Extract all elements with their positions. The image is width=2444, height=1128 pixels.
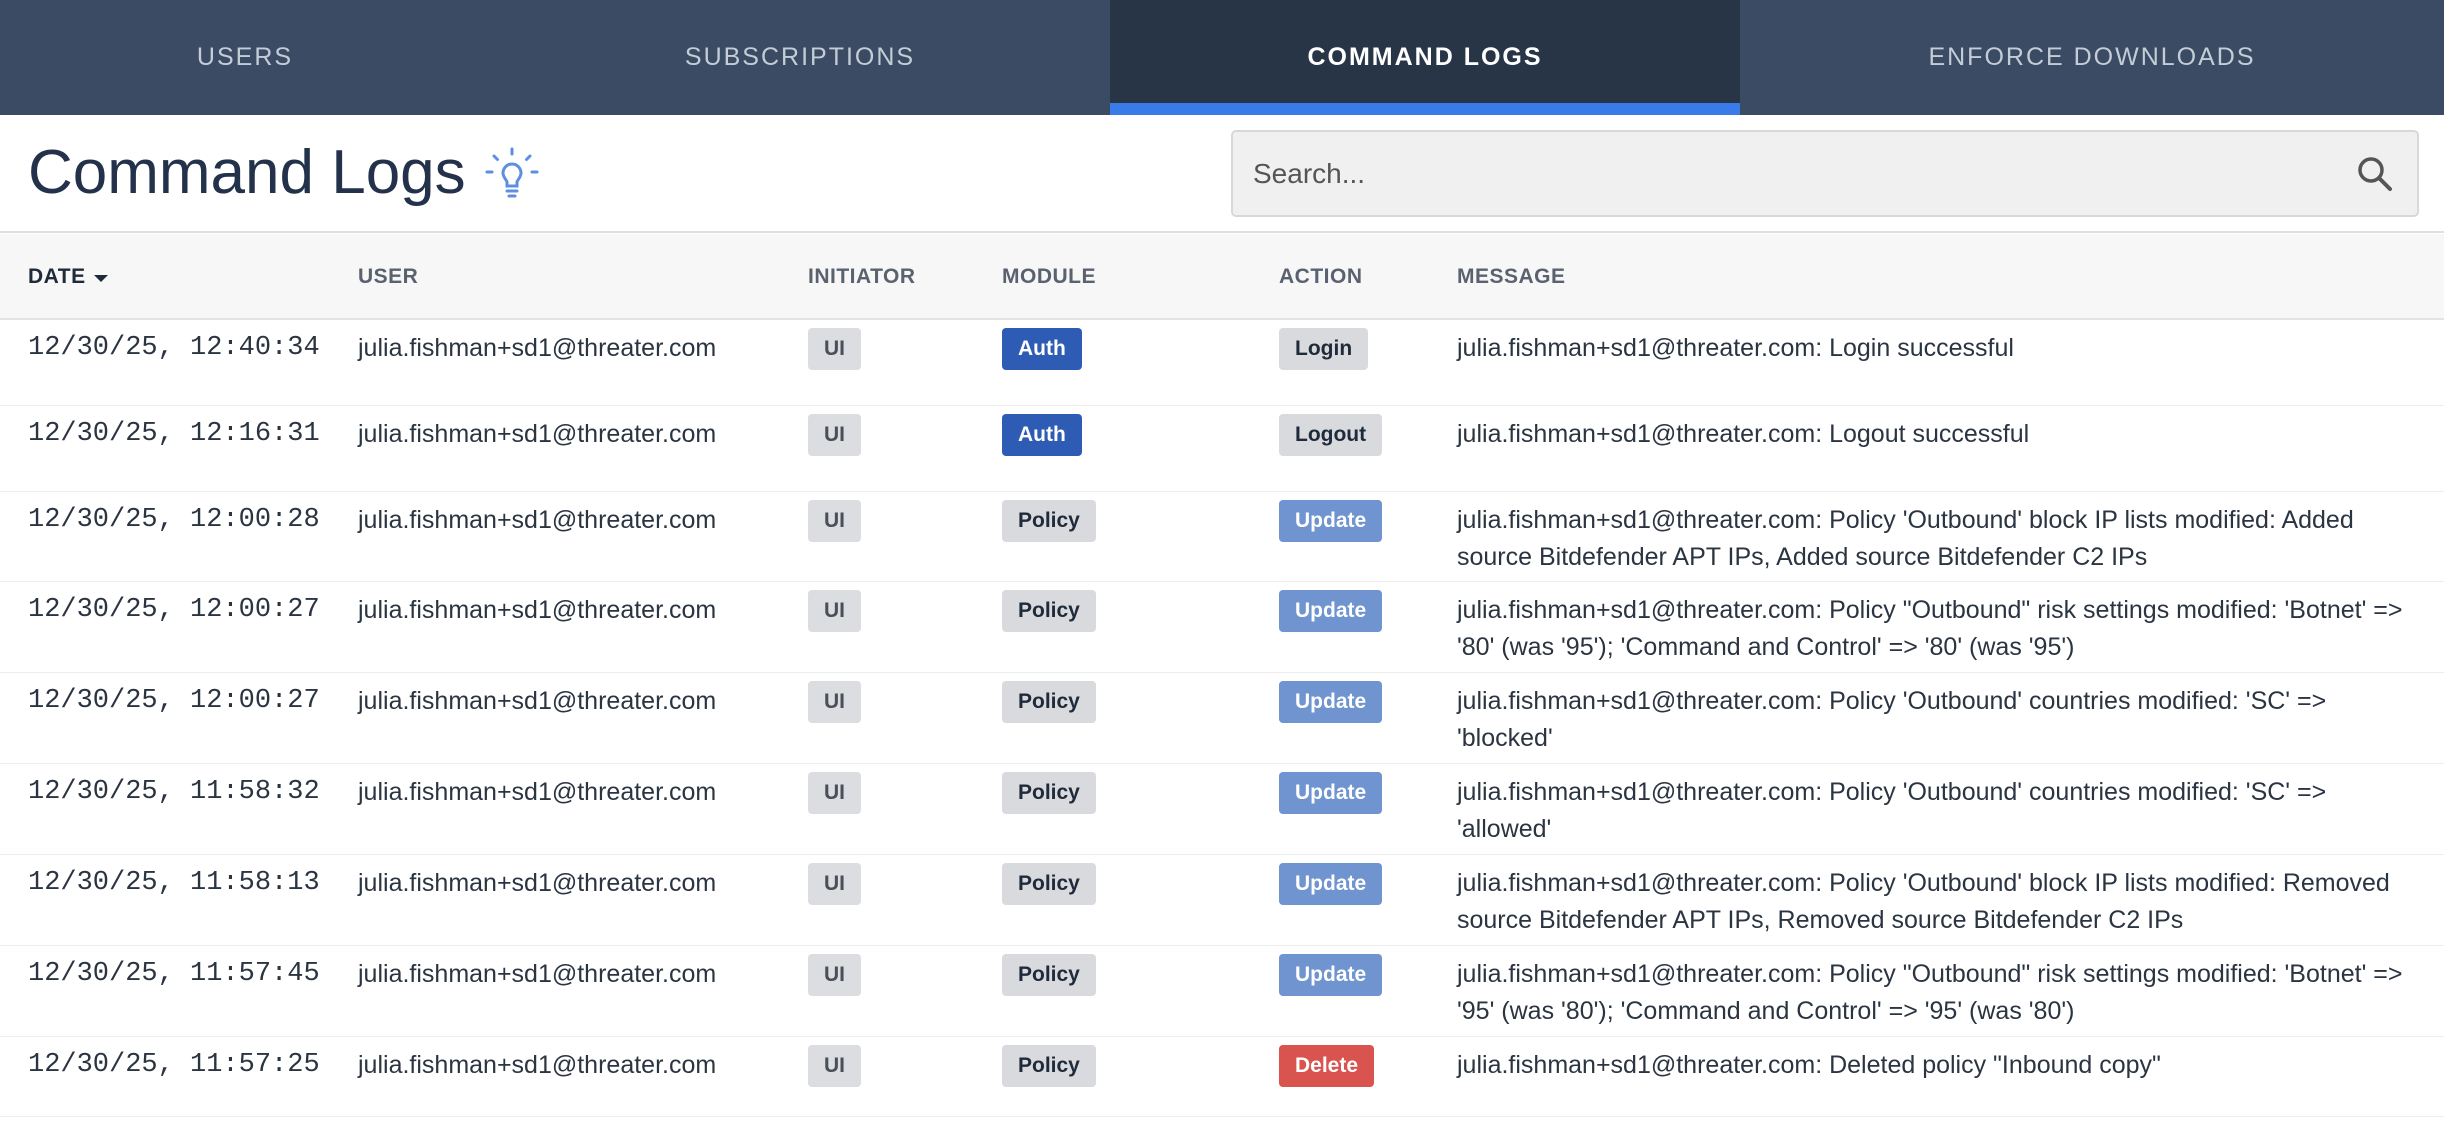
module-badge: Policy [1002, 863, 1096, 905]
row-date: 12/30/25, 12:00:27 [28, 686, 320, 716]
initiator-badge: UI [808, 863, 861, 905]
action-badge: Login [1279, 328, 1369, 370]
table-row[interactable]: 12/30/25, 11:57:45 julia.fishman+sd1@thre… [0, 946, 2444, 1037]
row-date: 12/30/25, 12:40:34 [28, 333, 320, 363]
row-user: julia.fishman+sd1@threater.com [358, 778, 717, 806]
action-badge: Update [1279, 500, 1383, 542]
row-date: 12/30/25, 11:58:32 [28, 777, 320, 807]
action-badge: Logout [1279, 414, 1383, 456]
tab-enforce-downloads[interactable]: ENFORCE DOWNLOADS [1740, 0, 2444, 115]
tab-subscriptions[interactable]: SUBSCRIPTIONS [490, 0, 1110, 115]
row-date: 12/30/25, 11:58:13 [28, 868, 320, 898]
action-badge: Update [1279, 772, 1383, 814]
initiator-badge: UI [808, 414, 861, 456]
module-badge: Policy [1002, 772, 1096, 814]
initiator-badge: UI [808, 590, 861, 632]
table-row[interactable]: 12/30/25, 12:16:31 julia.fishman+sd1@thre… [0, 406, 2444, 492]
column-header-date[interactable]: DATE [28, 234, 108, 320]
initiator-badge: UI [808, 681, 861, 723]
row-user: julia.fishman+sd1@threater.com [358, 506, 717, 534]
tab-users[interactable]: USERS [0, 0, 490, 115]
lightbulb-icon[interactable] [484, 146, 540, 202]
table-row[interactable]: 12/30/25, 11:57:25 julia.fishman+sd1@thre… [0, 1037, 2444, 1117]
table-row[interactable]: 12/30/25, 11:58:13 julia.fishman+sd1@thre… [0, 855, 2444, 946]
search-icon[interactable] [2355, 154, 2395, 194]
module-badge: Policy [1002, 1045, 1096, 1087]
table-row[interactable]: 12/30/25, 12:00:28 julia.fishman+sd1@thre… [0, 492, 2444, 582]
action-badge: Delete [1279, 1045, 1375, 1087]
row-user: julia.fishman+sd1@threater.com [358, 869, 717, 897]
action-badge: Update [1279, 954, 1383, 996]
row-date: 12/30/25, 11:57:45 [28, 959, 320, 989]
row-user: julia.fishman+sd1@threater.com [358, 1051, 717, 1079]
search-input[interactable] [1253, 132, 2333, 215]
row-message: julia.fishman+sd1@threater.com: Deleted … [1457, 1051, 2161, 1079]
row-date: 12/30/25, 12:00:28 [28, 505, 320, 535]
row-user: julia.fishman+sd1@threater.com [358, 334, 717, 362]
column-header-message[interactable]: MESSAGE [1457, 234, 1566, 320]
row-user: julia.fishman+sd1@threater.com [358, 420, 717, 448]
module-badge: Policy [1002, 590, 1096, 632]
initiator-badge: UI [808, 772, 861, 814]
row-message: julia.fishman+sd1@threater.com: Policy '… [1457, 778, 2327, 843]
column-header-action[interactable]: ACTION [1279, 234, 1363, 320]
row-date: 12/30/25, 12:16:31 [28, 419, 320, 449]
action-badge: Update [1279, 590, 1383, 632]
module-badge: Auth [1002, 328, 1082, 370]
column-date-label: DATE [28, 265, 86, 288]
row-message: julia.fishman+sd1@threater.com: Policy "… [1457, 960, 2403, 1025]
row-message: julia.fishman+sd1@threater.com: Policy "… [1457, 596, 2403, 661]
row-user: julia.fishman+sd1@threater.com [358, 596, 717, 624]
module-badge: Policy [1002, 681, 1096, 723]
column-header-module[interactable]: MODULE [1002, 234, 1096, 320]
tab-command-logs[interactable]: COMMAND LOGS [1110, 0, 1740, 115]
table-row[interactable]: 12/30/25, 11:58:32 julia.fishman+sd1@thre… [0, 764, 2444, 855]
module-badge: Auth [1002, 414, 1082, 456]
table-row[interactable]: 12/30/25, 12:00:27 julia.fishman+sd1@thre… [0, 673, 2444, 764]
row-user: julia.fishman+sd1@threater.com [358, 687, 717, 715]
column-header-user[interactable]: USER [358, 234, 418, 320]
action-badge: Update [1279, 681, 1383, 723]
initiator-badge: UI [808, 500, 861, 542]
initiator-badge: UI [808, 1045, 861, 1087]
row-message: julia.fishman+sd1@threater.com: Policy '… [1457, 687, 2327, 752]
row-message: julia.fishman+sd1@threater.com: Logout s… [1457, 420, 2030, 448]
table-row[interactable]: 12/30/25, 12:40:34 julia.fishman+sd1@thre… [0, 320, 2444, 406]
page-title: Command Logs [28, 138, 466, 207]
tab-bar: USERS SUBSCRIPTIONS COMMAND LOGS ENFORCE… [0, 0, 2444, 115]
initiator-badge: UI [808, 954, 861, 996]
action-badge: Update [1279, 863, 1383, 905]
initiator-badge: UI [808, 328, 861, 370]
table-row[interactable]: 12/30/25, 12:00:27 julia.fishman+sd1@thre… [0, 582, 2444, 673]
module-badge: Policy [1002, 954, 1096, 996]
sort-caret-icon [93, 275, 108, 282]
column-header-initiator[interactable]: INITIATOR [808, 234, 916, 320]
row-date: 12/30/25, 11:57:25 [28, 1050, 320, 1080]
search-box [1231, 130, 2419, 217]
row-user: julia.fishman+sd1@threater.com [358, 960, 717, 988]
row-message: julia.fishman+sd1@threater.com: Policy '… [1457, 869, 2390, 934]
row-message: julia.fishman+sd1@threater.com: Login su… [1457, 334, 2014, 362]
module-badge: Policy [1002, 500, 1096, 542]
row-message: julia.fishman+sd1@threater.com: Policy '… [1457, 506, 2354, 571]
table-header: DATE USER INITIATOR MODULE ACTION MESSAG… [0, 234, 2444, 320]
row-date: 12/30/25, 12:00:27 [28, 595, 320, 625]
